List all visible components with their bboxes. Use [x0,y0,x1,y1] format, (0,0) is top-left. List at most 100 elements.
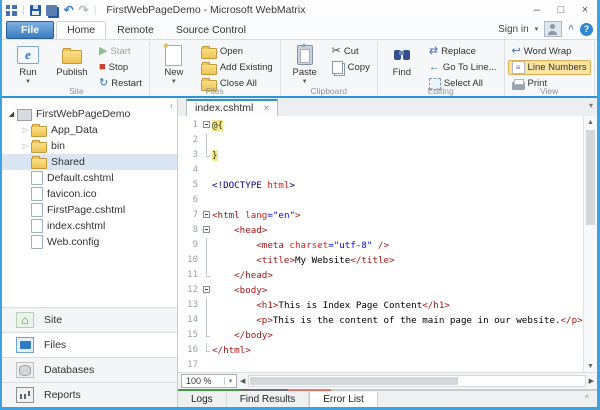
tree-item-label: FirstWebPageDemo [36,108,130,120]
line-number: 4 [178,163,201,178]
vertical-scrollbar[interactable]: ▲ ▼ [583,116,597,372]
fold-toggle-icon[interactable] [201,223,212,238]
stop-icon: ■ [99,62,106,73]
find-icon [394,50,401,60]
stop-label: Stop [109,62,129,73]
workspace-site[interactable]: ⌂Site [2,307,177,332]
tree-item-default-cshtml[interactable]: Default.cshtml [2,170,177,186]
tree-item-shared[interactable]: Shared [2,154,177,170]
word-wrap-button[interactable]: ↩Word Wrap [508,44,591,59]
word-wrap-icon: ↩ [512,46,521,57]
ribbon-tab-home[interactable]: Home [56,21,106,39]
paste-button[interactable]: Paste▼ [284,42,326,87]
close-button[interactable]: × [573,1,597,19]
sign-in-button[interactable]: Sign in [498,24,529,35]
sidebar: ‹ ◢ FirstWebPageDemo ▷App_Data▷bin Shared De… [2,98,178,407]
code-editor[interactable]: 1@{23}45<!DOCTYPE html>67<html lang="en"… [178,116,583,372]
tree-item-app-data[interactable]: ▷App_Data [2,122,177,138]
fold-toggle-icon[interactable] [201,118,212,133]
stop-button[interactable]: ■Stop [95,60,146,75]
bottom-tab-error-list[interactable]: Error List [309,392,378,407]
save-all-icon[interactable] [46,5,57,16]
add-existing-button[interactable]: Add Existing [197,60,277,75]
vertical-scroll-track[interactable] [584,128,597,360]
find-button[interactable]: Find [381,42,423,80]
open-icon [31,142,47,153]
quick-access-toolbar: | ↶ ↷ | [2,4,100,16]
redo-icon[interactable]: ↷ [79,4,89,16]
tree-item-web-config[interactable]: Web.config [2,234,177,250]
sign-in-caret-icon[interactable]: ▾ [535,25,539,33]
tree-item-firstwebpagedemo[interactable]: ◢ FirstWebPageDemo [2,106,177,122]
cut-button[interactable]: ✂Cut [328,44,374,59]
run-icon: e [17,46,39,64]
line-number: 13 [178,298,201,313]
zoom-dropdown[interactable]: 100 % ▾ [181,374,237,388]
ribbon-tab-source-control[interactable]: Source Control [165,21,257,39]
add-existing-label: Add Existing [220,62,273,73]
find-label: Find [393,68,411,78]
separator: | [94,5,97,16]
bottom-tab-find-results[interactable]: Find Results [227,392,310,407]
fold-margin [201,358,212,372]
tree-item-firstpage-cshtml[interactable]: FirstPage.cshtml [2,202,177,218]
zoom-caret-icon[interactable]: ▾ [224,377,236,385]
code-text: <p>This is the content of the main page … [212,313,583,328]
undo-icon[interactable]: ↶ [64,4,74,16]
replace-label: Replace [441,46,476,57]
scroll-right-icon[interactable]: ▶ [589,377,594,385]
line-numbers-button[interactable]: ≡Line Numbers [508,60,591,75]
tab-list-dropdown-icon[interactable]: ▾ [589,101,593,110]
ribbon-tab-remote[interactable]: Remote [106,21,165,39]
maximize-button[interactable]: □ [549,1,573,19]
fold-margin [201,313,212,328]
code-text: <h1>This is Index Page Content</h1> [212,298,450,313]
help-icon[interactable]: ? [580,23,593,36]
publish-button[interactable]: Publish [51,42,93,80]
replace-button[interactable]: ⇄Replace [425,44,501,59]
horizontal-scroll-track[interactable] [248,375,585,387]
tree-item-favicon-ico[interactable]: favicon.ico [2,186,177,202]
scroll-left-icon[interactable]: ◀ [240,377,245,385]
collapse-ribbon-icon[interactable]: ^ [568,24,574,35]
open-button[interactable]: Open [197,44,277,59]
word-wrap-label: Word Wrap [524,46,572,57]
bottom-tab-logs[interactable]: Logs [178,392,227,407]
file-menu-button[interactable]: File [6,21,54,39]
tree-expander-icon[interactable]: ▷ [20,142,31,150]
tree-item-label: Shared [51,156,85,168]
close-tab-icon[interactable]: × [263,103,269,114]
cut-label: Cut [344,46,359,57]
copy-button[interactable]: Copy [328,60,374,75]
line-number: 10 [178,253,201,268]
tree-item-index-cshtml[interactable]: index.cshtml [2,218,177,234]
editor-tab-index-cshtml[interactable]: index.cshtml × [186,99,278,116]
tree-item-bin[interactable]: ▷bin [2,138,177,154]
workspace-files[interactable]: Files [2,332,177,357]
go-to-line-button[interactable]: ←Go To Line... [425,60,501,75]
minimize-button[interactable]: – [525,1,549,19]
file-icon [31,203,43,217]
new-button[interactable]: New▼ [153,42,195,87]
vertical-scroll-thumb[interactable] [586,130,595,225]
go-to-line-label: Go To Line... [443,62,497,73]
fold-toggle-icon[interactable] [201,283,212,298]
collapse-panel-icon[interactable]: ^ [585,393,597,403]
workspace-databases[interactable]: Databases [2,357,177,382]
scroll-up-icon[interactable]: ▲ [584,116,597,128]
scroll-down-icon[interactable]: ▼ [584,360,597,372]
workspace-label: Reports [44,389,81,401]
run-button[interactable]: eRun▼ [7,42,49,87]
group-label-site: Site [4,86,149,96]
site-home-icon: ⌂ [16,312,34,328]
code-line: 16</html> [178,343,583,358]
collapse-sidebar-icon[interactable]: ‹ [170,100,173,110]
fold-toggle-icon[interactable] [201,208,212,223]
horizontal-scroll-thumb[interactable] [250,377,458,385]
workspace-reports[interactable]: Reports [2,382,177,407]
save-icon[interactable] [30,5,41,16]
tree-expander-icon[interactable]: ▷ [20,126,31,134]
publish-label: Publish [56,68,87,78]
avatar-icon[interactable] [544,21,562,37]
tree-expander-icon[interactable]: ◢ [6,110,17,118]
